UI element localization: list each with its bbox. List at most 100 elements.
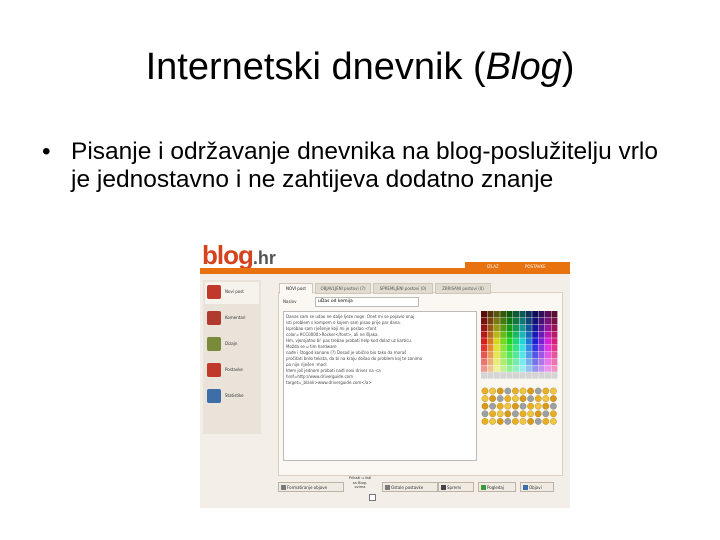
palette-swatch[interactable]	[525, 324, 532, 331]
palette-swatch[interactable]	[506, 331, 513, 338]
emoticon-icon[interactable]	[527, 387, 534, 395]
palette-swatch[interactable]	[481, 345, 487, 352]
palette-swatch[interactable]	[493, 351, 500, 359]
palette-swatch[interactable]	[487, 324, 494, 331]
emoticon-icon[interactable]	[489, 387, 496, 395]
palette-swatch[interactable]	[513, 317, 519, 325]
emoticon-icon[interactable]	[481, 395, 489, 402]
palette-swatch[interactable]	[493, 372, 500, 379]
palette-swatch[interactable]	[525, 345, 532, 352]
emoticon-icon[interactable]	[496, 395, 504, 402]
palette-swatch[interactable]	[513, 365, 519, 372]
emoticon-icon[interactable]	[496, 410, 504, 418]
palette-swatch[interactable]	[500, 351, 507, 359]
palette-swatch[interactable]	[506, 358, 513, 365]
emoticon-icon[interactable]	[534, 418, 542, 425]
palette-swatch[interactable]	[513, 358, 519, 365]
palette-swatch[interactable]	[481, 351, 487, 359]
emoticon-icon[interactable]	[496, 418, 504, 425]
palette-swatch[interactable]	[551, 365, 558, 372]
emoticon-icon[interactable]	[489, 418, 496, 425]
palette-swatch[interactable]	[532, 324, 539, 331]
emoticon-icon[interactable]	[519, 418, 527, 425]
palette-swatch[interactable]	[551, 351, 558, 359]
palette-swatch[interactable]	[500, 338, 507, 345]
palette-swatch[interactable]	[525, 338, 532, 345]
palette-swatch[interactable]	[500, 311, 507, 318]
palette-swatch[interactable]	[538, 331, 545, 338]
palette-swatch[interactable]	[551, 345, 558, 352]
format-button[interactable]: Formatiranje objave	[278, 482, 344, 492]
palette-swatch[interactable]	[481, 338, 487, 345]
palette-swatch[interactable]	[493, 358, 500, 365]
palette-swatch[interactable]	[500, 317, 507, 325]
palette-swatch[interactable]	[532, 358, 539, 365]
emoticon-icon[interactable]	[527, 395, 534, 402]
color-palette[interactable]	[481, 311, 559, 381]
palette-swatch[interactable]	[538, 351, 545, 359]
emoticon-icon[interactable]	[512, 418, 519, 425]
palette-swatch[interactable]	[500, 331, 507, 338]
palette-swatch[interactable]	[481, 372, 487, 379]
palette-swatch[interactable]	[545, 345, 551, 352]
palette-swatch[interactable]	[481, 311, 487, 318]
sidebar-item-statistics[interactable]: Statistike	[205, 386, 259, 408]
emoticon-icon[interactable]	[512, 402, 519, 410]
save-button[interactable]: Spremi	[438, 482, 474, 492]
palette-swatch[interactable]	[519, 324, 526, 331]
emoticon-icon[interactable]	[504, 410, 512, 418]
palette-swatch[interactable]	[545, 311, 551, 318]
palette-swatch[interactable]	[500, 372, 507, 379]
publish-button[interactable]: Objavi	[520, 482, 554, 492]
palette-swatch[interactable]	[532, 331, 539, 338]
palette-swatch[interactable]	[487, 317, 494, 325]
tab-saved[interactable]: SPREMLJENI postovi (0)	[373, 283, 433, 294]
palette-swatch[interactable]	[545, 317, 551, 325]
sidebar-item-new-post[interactable]: Novi post	[205, 282, 259, 304]
palette-swatch[interactable]	[519, 372, 526, 379]
emoticon-icon[interactable]	[504, 387, 512, 395]
palette-swatch[interactable]	[481, 324, 487, 331]
palette-swatch[interactable]	[500, 345, 507, 352]
palette-swatch[interactable]	[532, 372, 539, 379]
emoticon-icon[interactable]	[542, 418, 550, 425]
palette-swatch[interactable]	[487, 338, 494, 345]
post-editor[interactable]: Danas sam se udao ne dalje ljeze noge. O…	[283, 311, 477, 461]
palette-swatch[interactable]	[493, 311, 500, 318]
palette-swatch[interactable]	[525, 331, 532, 338]
palette-swatch[interactable]	[525, 372, 532, 379]
sidebar-item-settings[interactable]: Postavke	[205, 360, 259, 382]
emoticon-icon[interactable]	[496, 387, 504, 395]
emoticon-icon[interactable]	[534, 402, 542, 410]
palette-swatch[interactable]	[487, 372, 494, 379]
palette-swatch[interactable]	[513, 372, 519, 379]
palette-swatch[interactable]	[506, 317, 513, 325]
emoticon-icon[interactable]	[519, 402, 527, 410]
palette-swatch[interactable]	[481, 358, 487, 365]
emoticon-icon[interactable]	[542, 410, 550, 418]
emoticon-icon[interactable]	[512, 395, 519, 402]
palette-swatch[interactable]	[493, 317, 500, 325]
palette-swatch[interactable]	[532, 317, 539, 325]
emoticon-icon[interactable]	[489, 395, 496, 402]
palette-swatch[interactable]	[513, 311, 519, 318]
palette-swatch[interactable]	[513, 331, 519, 338]
emoticon-icon[interactable]	[542, 395, 550, 402]
emoticon-icon[interactable]	[550, 387, 557, 395]
palette-swatch[interactable]	[545, 358, 551, 365]
palette-swatch[interactable]	[481, 331, 487, 338]
palette-swatch[interactable]	[506, 311, 513, 318]
emoticon-icon[interactable]	[534, 395, 542, 402]
emoticon-icon[interactable]	[519, 387, 527, 395]
emoticon-grid[interactable]	[481, 387, 559, 427]
tab-published[interactable]: OBJAVLJENI postovi (7)	[315, 283, 371, 294]
palette-swatch[interactable]	[538, 358, 545, 365]
emoticon-icon[interactable]	[481, 418, 489, 425]
emoticon-icon[interactable]	[534, 410, 542, 418]
palette-swatch[interactable]	[545, 365, 551, 372]
palette-swatch[interactable]	[525, 358, 532, 365]
palette-swatch[interactable]	[538, 372, 545, 379]
palette-swatch[interactable]	[487, 351, 494, 359]
palette-swatch[interactable]	[493, 365, 500, 372]
emoticon-icon[interactable]	[481, 402, 489, 410]
